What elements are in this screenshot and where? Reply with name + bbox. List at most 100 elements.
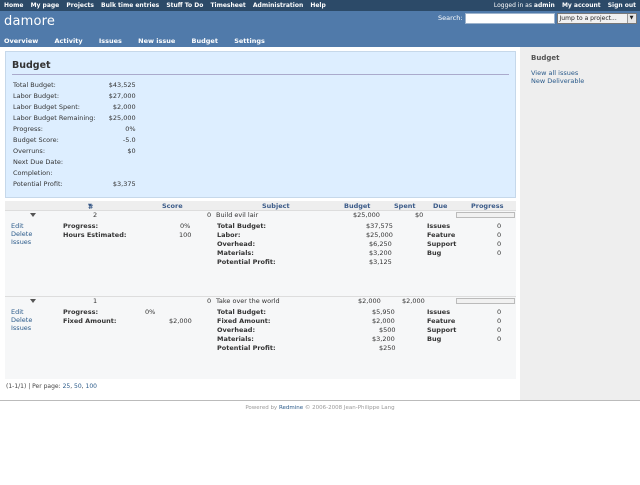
tracker-label: Support — [427, 326, 457, 334]
column-due[interactable]: Due — [433, 202, 447, 210]
column-score[interactable]: Score — [162, 202, 183, 210]
content: Budget Total Budget: $43,525 Labor Budget… — [0, 47, 520, 400]
tracker-label: Bug — [427, 335, 442, 343]
budget-value: $2,000 — [112, 102, 136, 111]
per-page-100[interactable]: 100 — [86, 383, 97, 390]
new-deliverable-link[interactable]: New Deliverable — [531, 77, 629, 85]
table-header: # ▼ Score Subject Budget Spent Due Progr… — [5, 201, 516, 211]
budget-title: Budget — [12, 60, 509, 75]
budget-row: Labor Budget Spent: $2,000 — [12, 101, 138, 112]
tab-overview[interactable]: Overview — [4, 37, 38, 45]
per-page-25[interactable]: 25 — [63, 383, 71, 390]
budget-summary-table: Total Budget: $43,525 Labor Budget: $27,00… — [12, 79, 138, 189]
progress-bar — [456, 298, 515, 304]
detail-value: $2,000 — [372, 317, 395, 325]
detail-value: $3,200 — [369, 249, 392, 257]
deliverable-subject[interactable]: Take over the world — [216, 297, 280, 305]
budget-label: Total Budget: — [13, 80, 56, 89]
logged-in-prefix: Logged in as — [493, 2, 532, 9]
detail-value: 0% — [180, 222, 191, 230]
budget-value: $0 — [127, 146, 136, 155]
per-page-50[interactable]: 50 — [74, 383, 82, 390]
top-menu-projects[interactable]: Projects — [66, 2, 94, 9]
budget-row: Labor Budget: $27,000 — [12, 90, 138, 101]
pagination: (1-1/1) | Per page: 25, 50, 100 — [6, 383, 97, 390]
deliverable-score: 0 — [207, 297, 212, 305]
budget-value: $27,000 — [108, 91, 136, 100]
search-input[interactable] — [464, 13, 555, 24]
deliverable-spent: $0 — [415, 211, 424, 219]
tracker-count: 0 — [497, 231, 502, 239]
tracker-count: 0 — [497, 240, 502, 248]
top-menu-administration[interactable]: Administration — [253, 2, 303, 9]
detail-label: Materials: — [217, 249, 254, 257]
issues-link[interactable]: Issues — [11, 324, 32, 332]
my-account-link[interactable]: My account — [562, 2, 601, 9]
delete-link[interactable]: Delete — [11, 316, 32, 324]
budget-label: Progress: — [13, 124, 43, 133]
main-menu: Overview Activity Issues New issue Budge… — [4, 36, 279, 46]
tracker-label: Issues — [427, 222, 451, 230]
row-actions: Edit Delete Issues — [11, 308, 32, 332]
edit-link[interactable]: Edit — [11, 222, 32, 230]
jump-to-project-select[interactable]: Jump to a project... ▼ — [556, 13, 637, 24]
top-menu-bulk-time-entries[interactable]: Bulk time entries — [101, 2, 159, 9]
jump-to-project-label: Jump to a project... — [559, 15, 617, 22]
detail-label: Overhead: — [217, 240, 256, 248]
deliverable-number: 2 — [93, 211, 98, 219]
sign-out-link[interactable]: Sign out — [608, 2, 636, 9]
detail-value: $3,125 — [369, 258, 392, 266]
delete-link[interactable]: Delete — [11, 230, 32, 238]
budget-value: $3,375 — [112, 179, 136, 188]
budget-row: Labor Budget Remaining: $25,000 — [12, 112, 138, 123]
detail-label: Fixed Amount: — [63, 317, 117, 325]
footer: Powered by Redmine © 2006-2008 Jean-Phil… — [0, 400, 640, 414]
tab-new-issue[interactable]: New issue — [138, 37, 175, 45]
column-subject[interactable]: Subject — [262, 202, 290, 210]
chevron-down-icon: ▼ — [626, 14, 636, 23]
footer-copyright: © 2006-2008 Jean-Philippe Lang — [304, 405, 395, 411]
sort-desc-icon: ▼ — [88, 203, 92, 209]
top-menu-stuff-to-do[interactable]: Stuff To Do — [166, 2, 203, 9]
top-menu-my-page[interactable]: My page — [31, 2, 60, 9]
budget-value — [98, 156, 138, 167]
column-spent[interactable]: Spent — [394, 202, 415, 210]
deliverable-subject[interactable]: Build evil lair — [216, 211, 258, 219]
user-link[interactable]: admin — [534, 2, 555, 9]
collapse-toggle-icon[interactable] — [30, 213, 36, 217]
redmine-link[interactable]: Redmine — [279, 405, 303, 411]
top-menu-help[interactable]: Help — [310, 2, 325, 9]
footer-prefix: Powered by — [245, 405, 278, 411]
deliverable-spent: $2,000 — [402, 297, 425, 305]
budget-value: 0% — [125, 124, 136, 133]
tracker-count: 0 — [497, 335, 502, 343]
search-label: Search: — [438, 14, 463, 22]
detail-label: Labor: — [217, 231, 241, 239]
detail-value: $5,950 — [372, 308, 395, 316]
top-menu-timesheet[interactable]: Timesheet — [210, 2, 245, 9]
tab-activity[interactable]: Activity — [55, 37, 83, 45]
budget-label: Potential Profit: — [13, 179, 63, 188]
view-all-issues-link[interactable]: View all issues — [531, 69, 629, 77]
detail-value: $37,575 — [366, 222, 393, 230]
tab-budget[interactable]: Budget — [192, 37, 218, 45]
detail-value: 100 — [179, 231, 192, 239]
issues-link[interactable]: Issues — [11, 238, 32, 246]
detail-value: $6,250 — [369, 240, 392, 248]
tab-issues[interactable]: Issues — [99, 37, 122, 45]
tracker-count: 0 — [497, 326, 502, 334]
deliverable-number: 1 — [93, 297, 98, 305]
budget-label: Labor Budget Spent: — [13, 102, 80, 111]
column-budget[interactable]: Budget — [344, 202, 370, 210]
edit-link[interactable]: Edit — [11, 308, 32, 316]
budget-value: $43,525 — [108, 80, 136, 89]
deliverables-table: # ▼ Score Subject Budget Spent Due Progr… — [5, 201, 516, 379]
collapse-toggle-icon[interactable] — [30, 299, 36, 303]
tab-settings[interactable]: Settings — [234, 37, 265, 45]
tracker-count: 0 — [497, 308, 502, 316]
tracker-label: Feature — [427, 317, 456, 325]
budget-row: Overruns: $0 — [12, 145, 138, 156]
top-menu-home[interactable]: Home — [4, 2, 23, 9]
column-progress[interactable]: Progress — [471, 202, 503, 210]
table-row: 1 0 Take over the world $2,000 $2,000 Ed… — [5, 296, 516, 379]
